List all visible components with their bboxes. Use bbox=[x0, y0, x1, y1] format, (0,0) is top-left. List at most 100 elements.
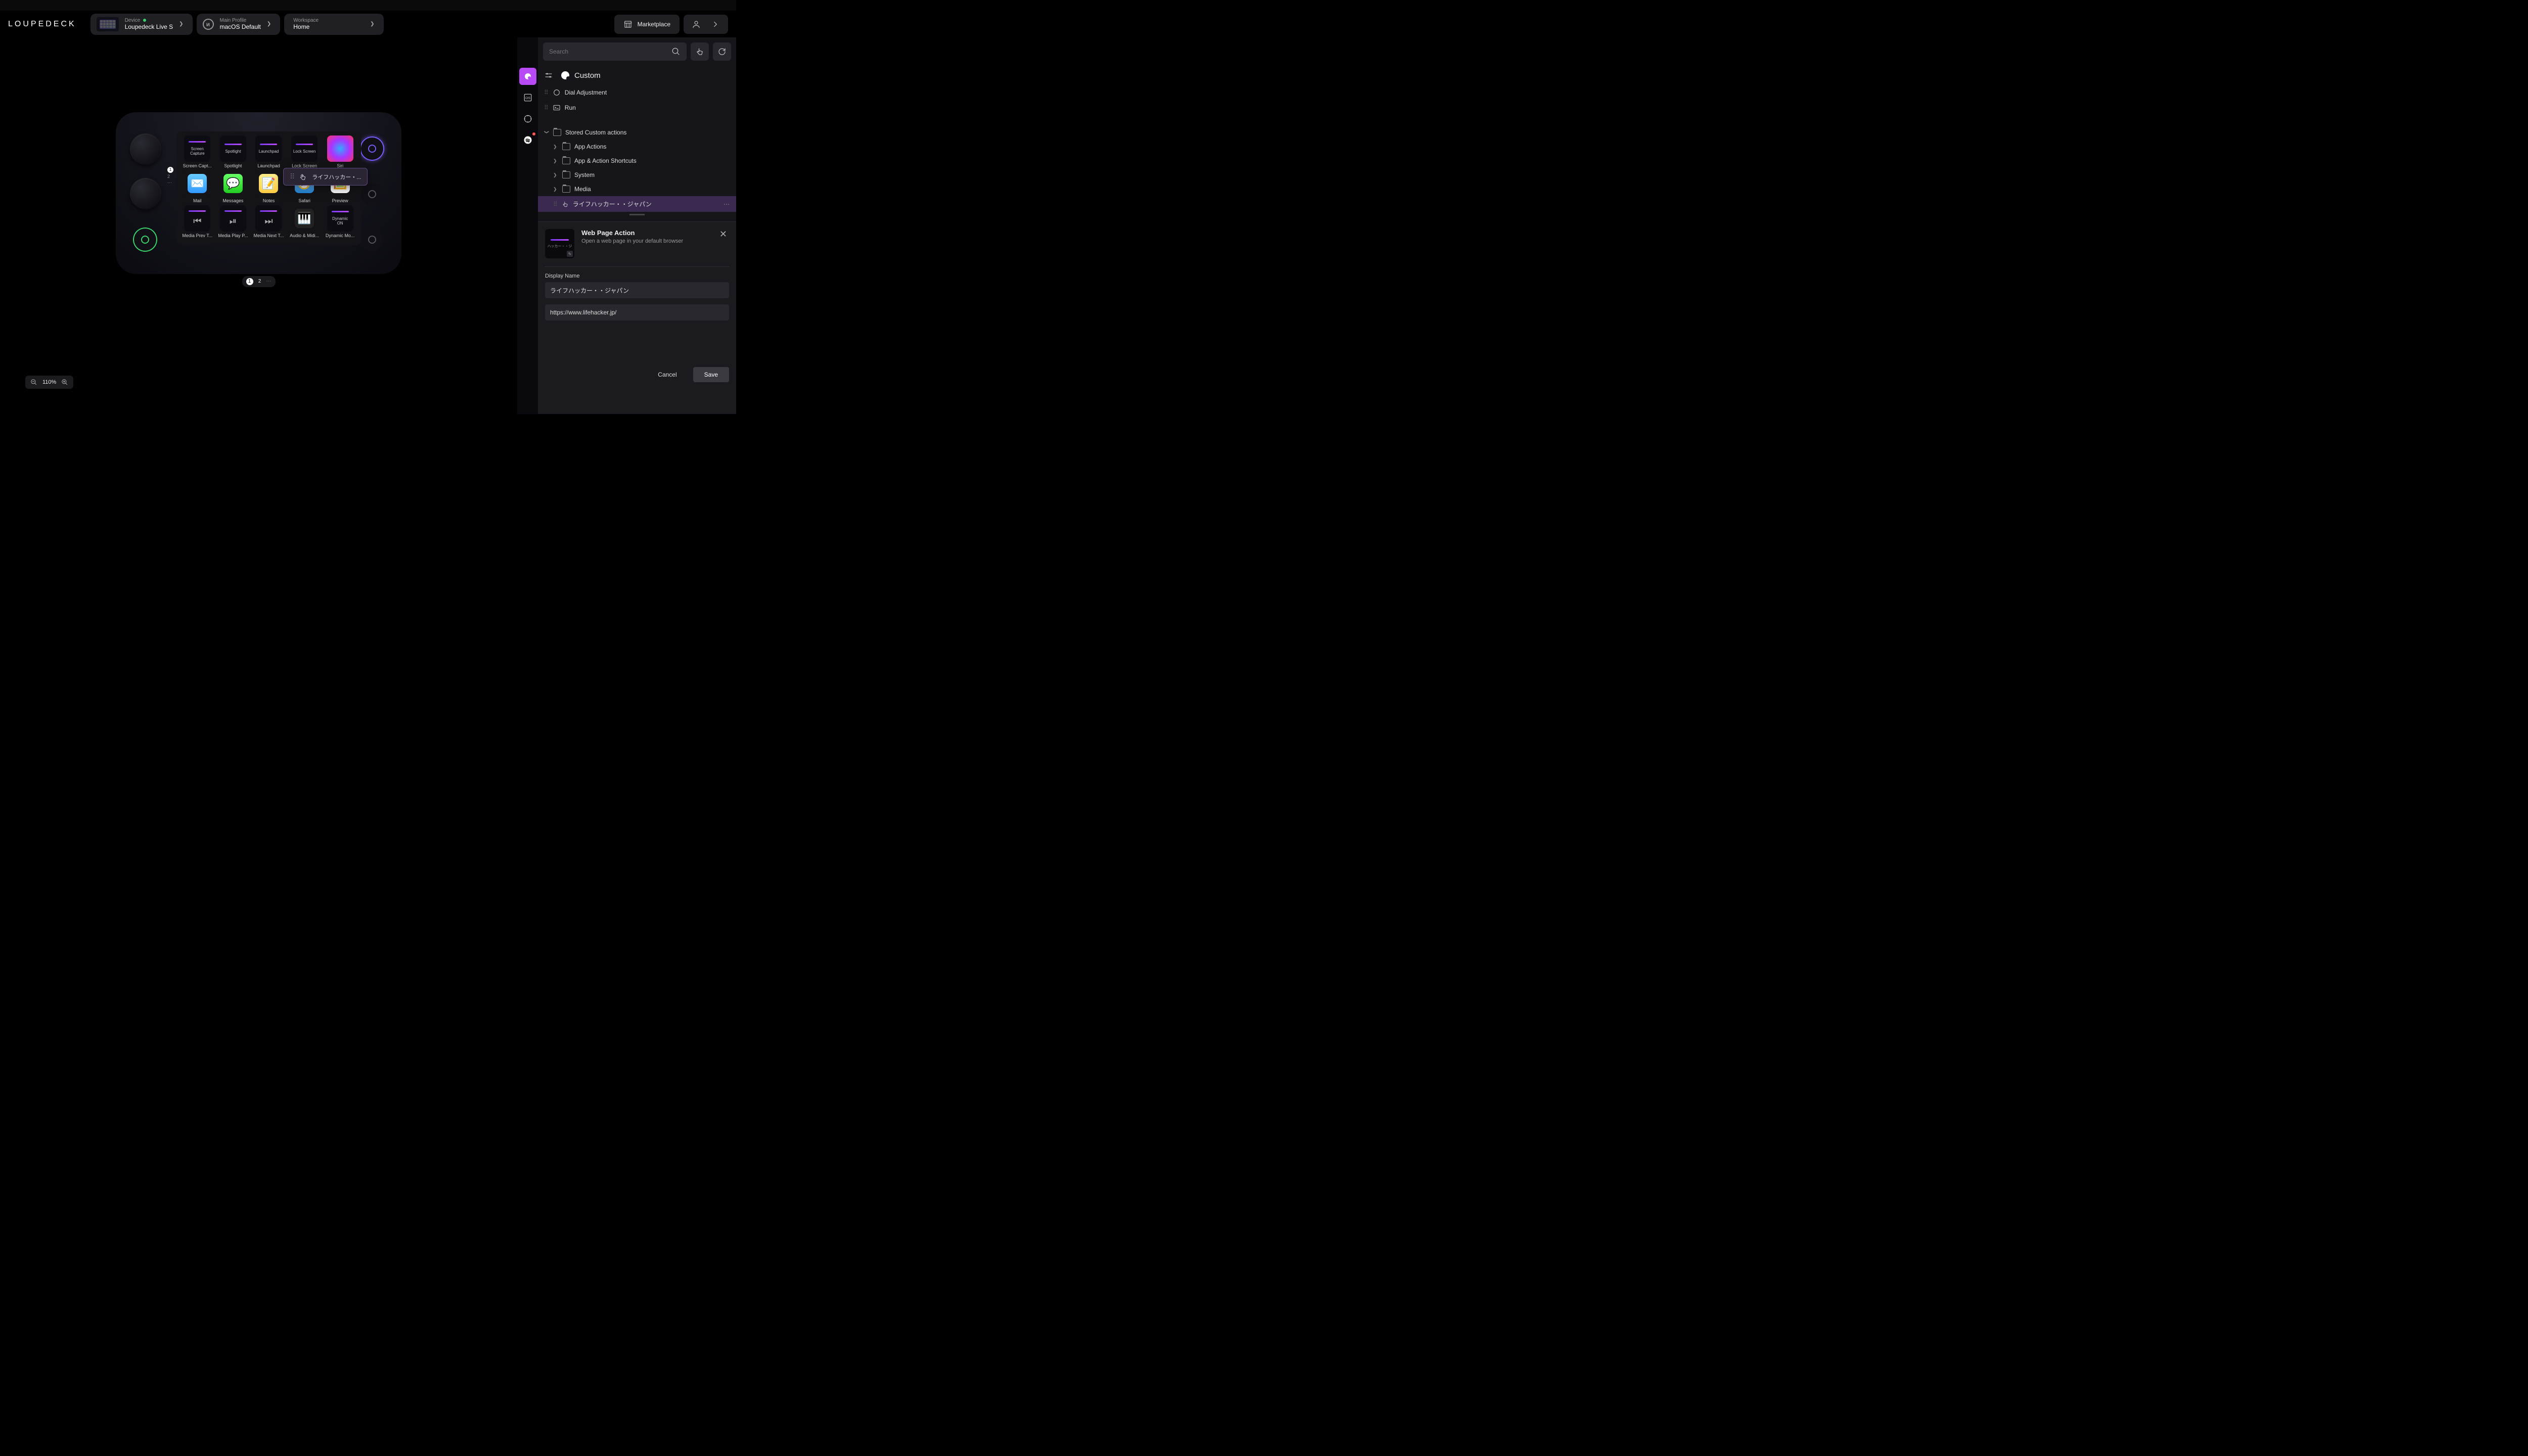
item-lifehacker[interactable]: ⠿ライフハッカー・・ジャパン⋯ bbox=[538, 196, 736, 212]
custom-logo-icon bbox=[561, 71, 569, 79]
workspace-name: Home bbox=[293, 23, 319, 30]
tab-compass[interactable] bbox=[519, 110, 536, 127]
folder-media[interactable]: ❯Media bbox=[538, 182, 736, 196]
drag-preview[interactable]: ⠿ ライフハッカー・... bbox=[283, 168, 368, 186]
terminal-icon bbox=[553, 104, 561, 112]
device-thumb-icon bbox=[97, 17, 119, 31]
btn-audio-midi[interactable]: 🎹 bbox=[291, 205, 318, 232]
action-subtitle: Open a web page in your default browser bbox=[581, 238, 683, 244]
folder-icon bbox=[562, 157, 570, 164]
btn-media-next[interactable]: ⏭ bbox=[255, 205, 282, 232]
header: LOUPEDECK Device Loupedeck Live S ❯ ᴎ Ma… bbox=[0, 11, 736, 37]
refresh-icon bbox=[717, 47, 727, 56]
tab-spotify[interactable] bbox=[519, 131, 536, 149]
cancel-button[interactable]: Cancel bbox=[647, 367, 688, 382]
profile-selector[interactable]: ᴎ Main Profile macOS Default ❯ bbox=[197, 14, 281, 35]
device-canvas: 1 2 ⋯ Screen CaptureScreen Capt... Spotl… bbox=[0, 37, 517, 414]
more-icon[interactable]: ⋯ bbox=[724, 201, 730, 208]
folder-stored[interactable]: ❯Stored Custom actions bbox=[538, 125, 736, 140]
folder-shortcuts[interactable]: ❯App & Action Shortcuts bbox=[538, 154, 736, 168]
marketplace-button[interactable]: Marketplace bbox=[614, 15, 680, 34]
profile-icon: ᴎ bbox=[203, 19, 214, 30]
page-pill-2[interactable]: 2 bbox=[256, 278, 263, 285]
search-icon bbox=[671, 47, 681, 56]
zoom-value: 110% bbox=[42, 379, 56, 385]
item-dial-adjustment[interactable]: ⠿Dial Adjustment bbox=[538, 85, 736, 100]
btn-mail[interactable]: ✉️ bbox=[184, 170, 210, 197]
logo: LOUPEDECK bbox=[8, 20, 76, 29]
tab-os[interactable]: OS bbox=[519, 89, 536, 106]
tap-mode-button[interactable] bbox=[691, 42, 709, 61]
page-pill-1[interactable]: 1 bbox=[246, 278, 253, 285]
folder-icon bbox=[562, 143, 570, 150]
round-button-1[interactable] bbox=[361, 138, 383, 160]
svg-text:OS: OS bbox=[525, 97, 530, 100]
folder-app-actions[interactable]: ❯App Actions bbox=[538, 140, 736, 154]
action-tree: ⠿Dial Adjustment ⠿Run ❯Stored Custom act… bbox=[538, 85, 736, 217]
marketplace-label: Marketplace bbox=[638, 21, 670, 28]
btn-spotlight[interactable]: Spotlight bbox=[220, 135, 246, 162]
storefront-icon bbox=[623, 20, 633, 29]
btn-screen-capture[interactable]: Screen Capture bbox=[184, 135, 210, 162]
workspace-selector[interactable]: Workspace Home ❯ bbox=[284, 14, 383, 35]
user-icon bbox=[692, 20, 701, 29]
account-button[interactable] bbox=[687, 15, 706, 34]
knob-1[interactable] bbox=[130, 133, 161, 165]
btn-launchpad[interactable]: Launchpad bbox=[255, 135, 282, 162]
search-input[interactable] bbox=[549, 48, 671, 55]
btn-siri[interactable] bbox=[327, 135, 353, 162]
item-run[interactable]: ⠿Run bbox=[538, 100, 736, 115]
drag-label: ライフハッカー・... bbox=[312, 173, 361, 181]
page-more-icon[interactable]: ⋯ bbox=[167, 180, 173, 186]
btn-messages[interactable]: 💬 bbox=[220, 170, 246, 197]
btn-dynamic-mode[interactable]: DynamicON bbox=[327, 205, 353, 232]
round-button-a[interactable] bbox=[134, 229, 156, 251]
tap-icon bbox=[562, 201, 569, 208]
btn-lock-screen[interactable]: Lock Screen bbox=[291, 135, 318, 162]
device-body: 1 2 ⋯ Screen CaptureScreen Capt... Spotl… bbox=[116, 112, 401, 274]
action-thumbnail[interactable]: ハッカー・・ジ✎ bbox=[545, 229, 574, 258]
sliders-icon[interactable] bbox=[544, 71, 553, 80]
panel-title: Custom bbox=[574, 71, 601, 80]
btn-media-play[interactable]: ⏯ bbox=[220, 205, 246, 232]
edit-icon[interactable]: ✎ bbox=[567, 251, 573, 257]
round-button-2[interactable] bbox=[361, 183, 383, 205]
close-button[interactable]: ✕ bbox=[717, 229, 729, 240]
save-button[interactable]: Save bbox=[693, 367, 729, 382]
round-button-3[interactable] bbox=[361, 229, 383, 251]
device-screen: Screen CaptureScreen Capt... SpotlightSp… bbox=[176, 131, 361, 245]
chevron-right-icon: ❯ bbox=[553, 172, 558, 178]
workspace-label: Workspace bbox=[293, 18, 319, 23]
folder-icon bbox=[562, 186, 570, 193]
btn-media-prev[interactable]: ⏮ bbox=[184, 205, 210, 232]
resize-handle[interactable] bbox=[629, 214, 645, 215]
folder-system[interactable]: ❯System bbox=[538, 168, 736, 182]
page-2[interactable]: 2 bbox=[167, 174, 173, 179]
url-input[interactable] bbox=[545, 304, 729, 321]
panel-header: Custom bbox=[538, 63, 736, 85]
page-1-icon[interactable]: 1 bbox=[167, 167, 173, 173]
status-dot-icon bbox=[143, 19, 146, 22]
notification-dot-icon bbox=[532, 132, 535, 135]
page-pills[interactable]: 1 2 ⋯ bbox=[242, 276, 276, 287]
zoom-out-icon[interactable] bbox=[30, 379, 37, 386]
chevron-right-icon: ❯ bbox=[370, 21, 374, 27]
tap-icon bbox=[695, 47, 704, 56]
search-field[interactable] bbox=[543, 42, 687, 61]
tab-custom[interactable] bbox=[519, 68, 536, 85]
more-menu-button[interactable] bbox=[706, 15, 725, 34]
drag-handle-icon: ⠿ bbox=[290, 172, 294, 181]
zoom-in-icon[interactable] bbox=[61, 379, 68, 386]
page-indicator: 1 2 ⋯ bbox=[167, 167, 173, 186]
action-title: Web Page Action bbox=[581, 229, 683, 237]
zoom-control[interactable]: 110% bbox=[25, 376, 73, 389]
page-pill-more-icon[interactable]: ⋯ bbox=[266, 279, 272, 284]
drag-handle-icon: ⠿ bbox=[544, 104, 548, 111]
refresh-button[interactable] bbox=[713, 42, 731, 61]
knob-2[interactable] bbox=[130, 178, 161, 209]
device-selector[interactable]: Device Loupedeck Live S ❯ bbox=[91, 14, 193, 35]
display-name-input[interactable] bbox=[545, 282, 729, 298]
btn-notes[interactable]: 📝 bbox=[255, 170, 282, 197]
folder-icon bbox=[562, 171, 570, 178]
chevron-down-icon: ❯ bbox=[544, 130, 550, 135]
